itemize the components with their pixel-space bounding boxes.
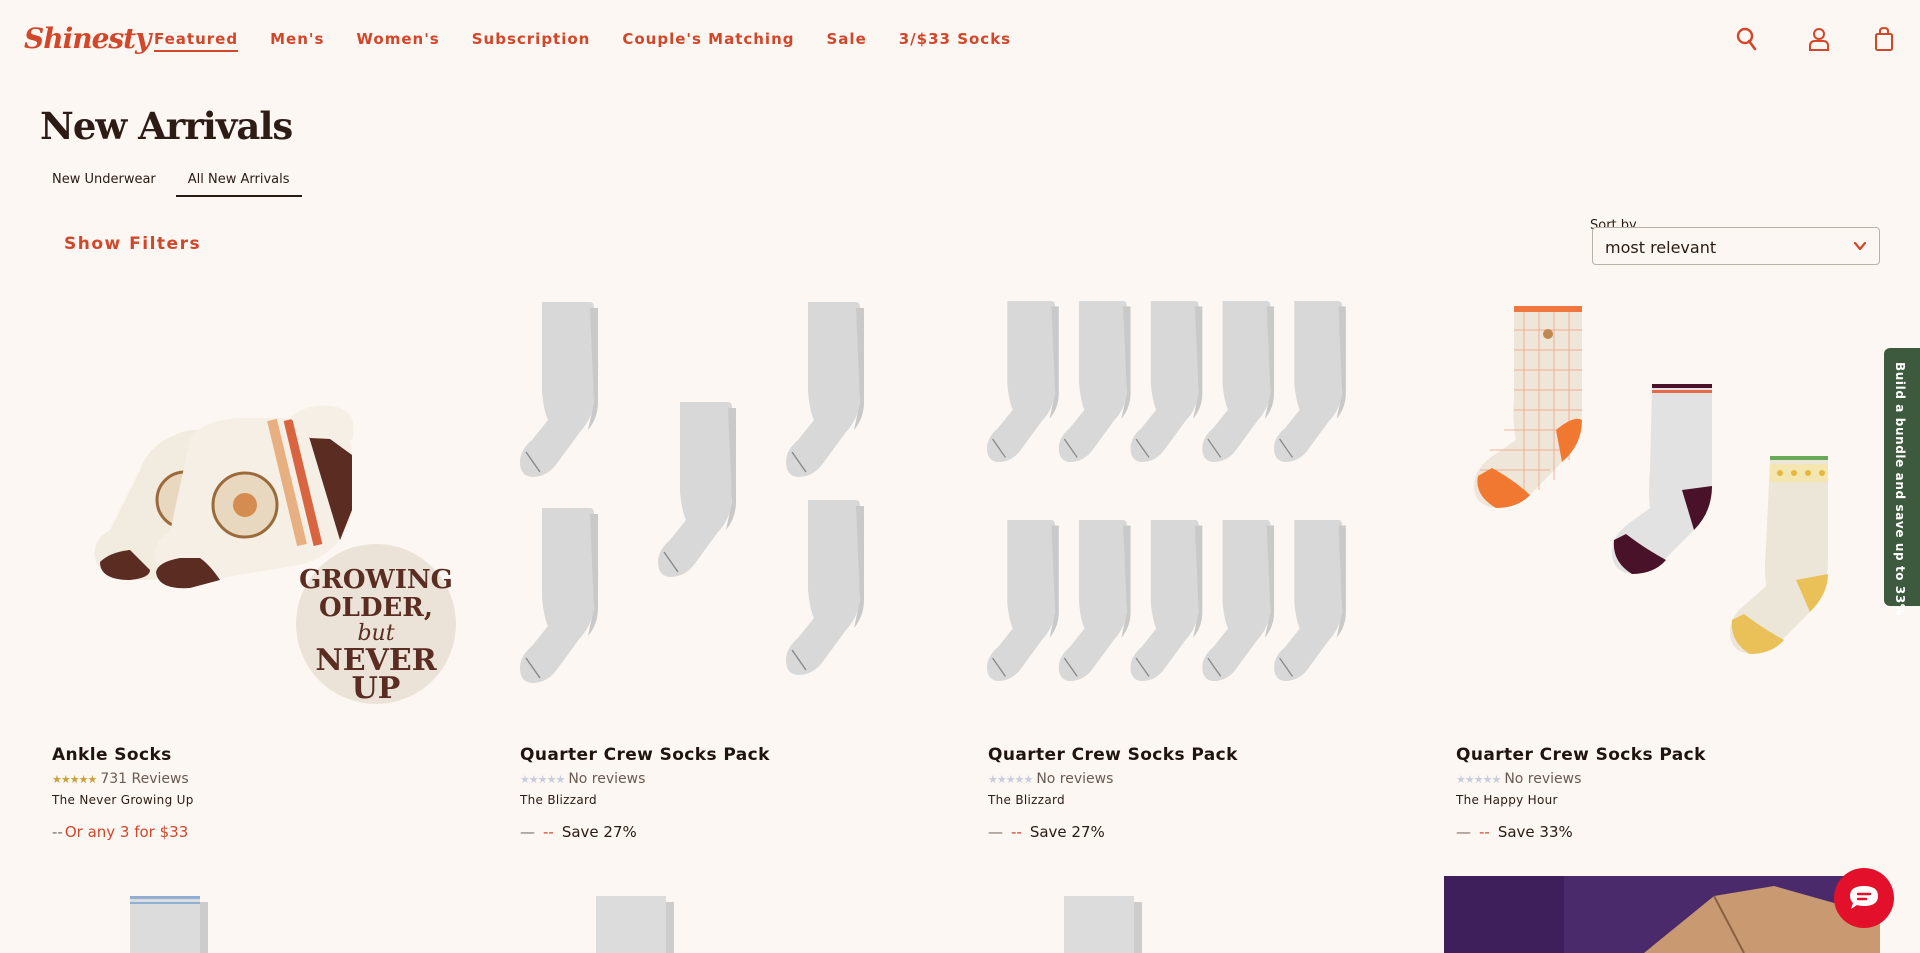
page-title: New Arrivals xyxy=(40,104,293,148)
compare-price: — xyxy=(520,823,535,841)
main-nav: Featured Men's Women's Subscription Coup… xyxy=(154,30,1011,48)
product-name[interactable]: Quarter Crew Socks Pack xyxy=(520,745,770,765)
review-count[interactable]: No reviews xyxy=(1036,771,1113,787)
review-count[interactable]: No reviews xyxy=(568,771,645,787)
product-image[interactable] xyxy=(1444,290,1884,720)
review-count[interactable]: 731 Reviews xyxy=(100,771,188,787)
promo-image[interactable] xyxy=(1444,876,1880,953)
product-image[interactable]: GROWING OLDER, but NEVER UP xyxy=(40,290,480,720)
cart-icon[interactable] xyxy=(1871,26,1897,52)
nav-3-for-33-socks[interactable]: 3/$33 Socks xyxy=(899,30,1011,48)
site-header: Shinesty Featured Men's Women's Subscrip… xyxy=(0,0,1920,80)
review-count[interactable]: No reviews xyxy=(1504,771,1581,787)
badge-line-5: UP xyxy=(352,671,401,706)
sort-select[interactable]: most relevant xyxy=(1592,227,1880,265)
product-name[interactable]: Quarter Crew Socks Pack xyxy=(988,745,1238,765)
nav-subscription[interactable]: Subscription xyxy=(472,30,591,48)
product-name[interactable]: Ankle Socks xyxy=(52,745,172,765)
sale-price: -- xyxy=(1479,823,1490,841)
compare-price: — xyxy=(988,823,1003,841)
save-percent: Save 33% xyxy=(1497,823,1573,841)
save-percent: Save 27% xyxy=(561,823,637,841)
compare-price: — xyxy=(1456,823,1471,841)
bundle-side-tab[interactable]: Build a bundle and save up to 33% xyxy=(1884,348,1920,616)
product-rating: ★★★★★ No reviews xyxy=(988,771,1113,787)
nav-mens[interactable]: Men's xyxy=(270,30,324,48)
product-name[interactable]: Quarter Crew Socks Pack xyxy=(1456,745,1706,765)
product-image[interactable] xyxy=(976,290,1416,720)
chevron-down-icon xyxy=(1853,241,1867,251)
product-rating: ★★★★★ No reviews xyxy=(1456,771,1581,787)
product-price: -- Or any 3 for $33 xyxy=(52,823,188,841)
shinesty-logo[interactable]: Shinesty xyxy=(24,22,151,55)
product-price: — -- Save 27% xyxy=(988,823,1105,841)
product-price: — -- Save 27% xyxy=(520,823,637,841)
save-percent: Save 27% xyxy=(1029,823,1105,841)
product-variant: The Happy Hour xyxy=(1456,793,1558,807)
badge-line-1: GROWING xyxy=(299,565,453,595)
product-variant: The Never Growing Up xyxy=(52,793,194,807)
nav-sale[interactable]: Sale xyxy=(827,30,867,48)
star-rating-icon: ★★★★★ xyxy=(988,772,1033,786)
promo-text: Or any 3 for $33 xyxy=(64,823,189,841)
sale-price: -- xyxy=(1011,823,1022,841)
product-rating: ★★★★★ 731 Reviews xyxy=(52,771,189,787)
star-rating-icon: ★★★★★ xyxy=(52,772,97,786)
star-rating-icon: ★★★★★ xyxy=(1456,772,1501,786)
product-image[interactable] xyxy=(580,876,720,953)
product-image[interactable] xyxy=(100,876,240,953)
search-icon[interactable] xyxy=(1734,26,1760,52)
show-filters-button[interactable]: Show Filters xyxy=(64,234,201,254)
badge-line-2: OLDER, xyxy=(319,593,433,623)
account-icon[interactable] xyxy=(1806,26,1832,52)
price-value: -- xyxy=(52,823,63,841)
nav-featured[interactable]: Featured xyxy=(154,30,238,48)
product-image[interactable] xyxy=(508,290,948,720)
chat-icon xyxy=(1850,886,1878,909)
tab-new-underwear[interactable]: New Underwear xyxy=(40,162,168,197)
product-variant: The Blizzard xyxy=(520,793,597,807)
product-variant: The Blizzard xyxy=(988,793,1065,807)
nav-womens[interactable]: Women's xyxy=(356,30,439,48)
star-rating-icon: ★★★★★ xyxy=(520,772,565,786)
sale-price: -- xyxy=(543,823,554,841)
tab-all-new-arrivals[interactable]: All New Arrivals xyxy=(175,162,302,197)
subcategory-tabs: New Underwear All New Arrivals xyxy=(40,162,302,197)
chat-button[interactable] xyxy=(1834,868,1894,928)
product-price: — -- Save 33% xyxy=(1456,823,1573,841)
product-image[interactable] xyxy=(1048,876,1188,953)
sort-value: most relevant xyxy=(1605,238,1717,257)
nav-couples-matching[interactable]: Couple's Matching xyxy=(622,30,794,48)
product-rating: ★★★★★ No reviews xyxy=(520,771,645,787)
bundle-tab-text: Build a bundle and save up to 33% xyxy=(1893,362,1907,617)
